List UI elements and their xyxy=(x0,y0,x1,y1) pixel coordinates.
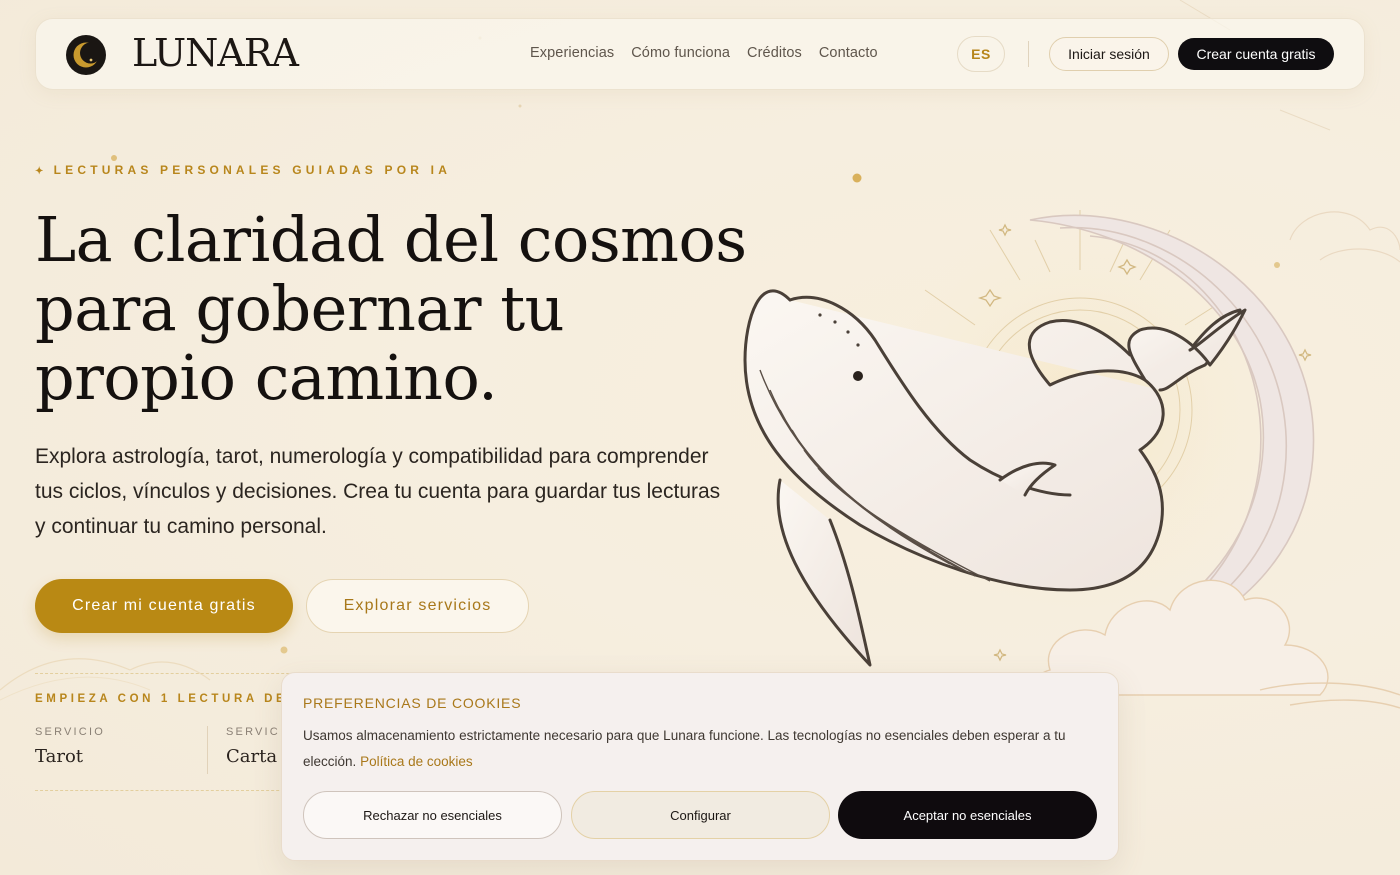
nav-link-creditos[interactable]: Créditos xyxy=(747,45,802,61)
login-button[interactable]: Iniciar sesión xyxy=(1049,37,1169,71)
hero-title-line-1: La claridad del cosmos xyxy=(35,203,747,276)
service-divider xyxy=(207,726,208,774)
starter-label: EMPIEZA CON 1 LECTURA DE T xyxy=(35,693,305,705)
hero-title: La claridad del cosmos para gobernar tu … xyxy=(35,205,755,412)
create-account-button[interactable]: Crear cuenta gratis xyxy=(1178,38,1334,70)
configure-cookies-button[interactable]: Configurar xyxy=(571,791,830,839)
hero-eyebrow: ✦ LECTURAS PERSONALES GUIADAS POR IA xyxy=(35,163,451,177)
nav-link-como-funciona[interactable]: Cómo funciona xyxy=(631,45,730,61)
nav-link-experiencias[interactable]: Experiencias xyxy=(530,45,614,61)
explore-services-button[interactable]: Explorar servicios xyxy=(306,579,529,633)
cookie-banner: PREFERENCIAS DE COOKIES Usamos almacenam… xyxy=(281,672,1119,861)
hero-title-line-2: para gobernar tu xyxy=(35,272,565,345)
nav-divider xyxy=(1028,41,1029,67)
cookie-policy-link[interactable]: Política de cookies xyxy=(360,754,473,769)
hero-subtitle: Explora astrología, tarot, numerología y… xyxy=(35,445,721,538)
cookie-title: PREFERENCIAS DE COOKIES xyxy=(303,695,522,711)
service-value: Tarot xyxy=(35,746,84,767)
accept-nonessential-button[interactable]: Aceptar no esenciales xyxy=(838,791,1097,839)
language-selector[interactable]: ES xyxy=(957,36,1005,72)
service-label: SERVICIO xyxy=(35,726,105,738)
brand-wordmark[interactable]: LUNARA xyxy=(132,31,299,75)
top-navigation: LUNARA Experiencias Cómo funciona Crédit… xyxy=(35,18,1365,90)
whale-moon-illustration xyxy=(743,190,1400,709)
main-menu: Experiencias Cómo funciona Créditos Cont… xyxy=(530,45,878,61)
nav-link-contacto[interactable]: Contacto xyxy=(819,45,878,61)
hero-title-line-3: propio camino. xyxy=(35,341,498,414)
cookie-description: Usamos almacenamiento estrictamente nece… xyxy=(303,723,1103,775)
reject-nonessential-button[interactable]: Rechazar no esenciales xyxy=(303,791,562,839)
sparkle-icon: ✦ xyxy=(35,166,48,177)
moon-logo-icon[interactable] xyxy=(65,34,107,76)
service-item-tarot[interactable]: SERVICIO Tarot xyxy=(35,726,105,767)
hero-eyebrow-text: LECTURAS PERSONALES GUIADAS POR IA xyxy=(53,163,452,177)
create-my-account-button[interactable]: Crear mi cuenta gratis xyxy=(35,579,293,633)
